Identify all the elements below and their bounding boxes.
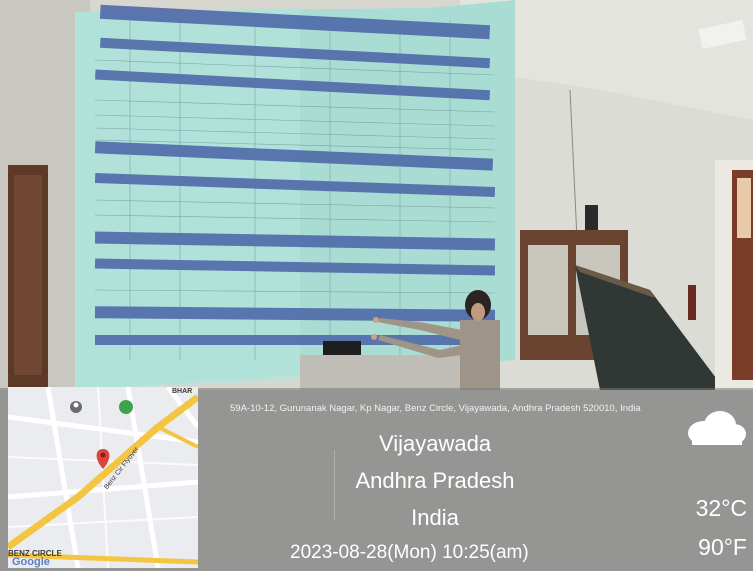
country-text: India xyxy=(411,505,459,530)
city-text: Vijayawada xyxy=(378,431,492,456)
temperature-fahrenheit: 90°F xyxy=(698,534,747,560)
state-text: Andhra Pradesh xyxy=(355,468,515,493)
datetime-text: 2023-08-28(Mon) 10:25(am) xyxy=(290,542,529,563)
map-graphic xyxy=(8,387,198,568)
geotagged-photo: Benz Cir Flyover BHAR BENZ CIRCLE Google… xyxy=(0,0,753,571)
classroom-photo xyxy=(0,0,753,390)
address-text: 59A-10-12, Gurunanak Nagar, Kp Nagar, Be… xyxy=(230,403,641,414)
map-area-label: BHAR xyxy=(172,388,193,395)
temperature-celsius: 32°C xyxy=(695,495,747,521)
cloud-icon xyxy=(688,411,746,445)
location-map[interactable]: Benz Cir Flyover BHAR BENZ CIRCLE xyxy=(8,387,198,568)
google-logo: Google xyxy=(12,556,50,568)
